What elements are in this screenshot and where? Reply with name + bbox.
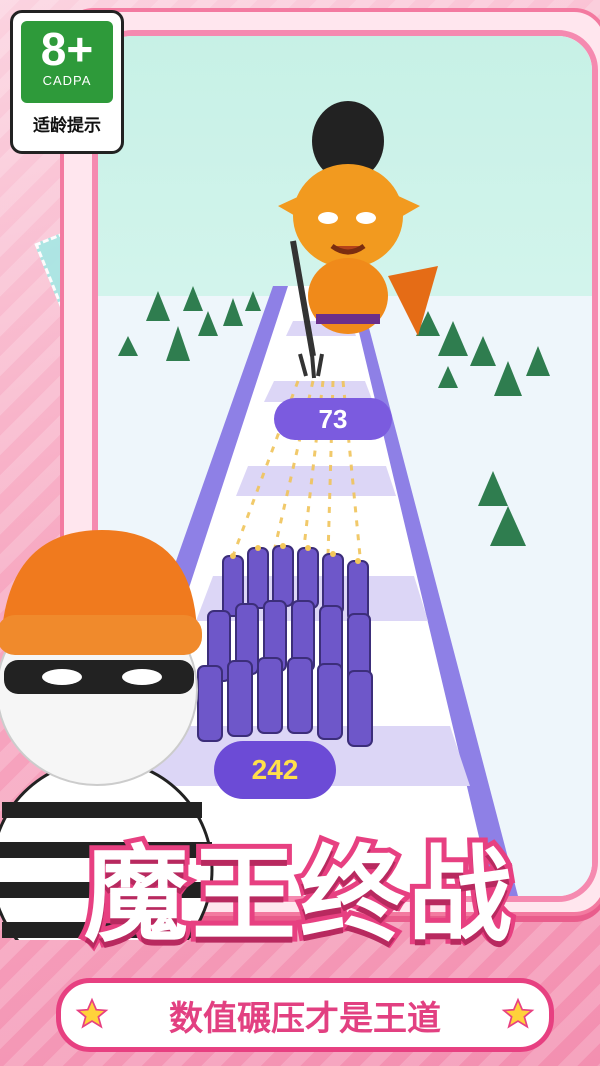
age-rating-value: 8+ <box>40 23 94 75</box>
star-icon <box>75 997 109 1029</box>
promo-slogan: 数值碾压才是王道 <box>169 998 441 1039</box>
promo-slogan-pill: 数值碾压才是王道 <box>56 978 554 1052</box>
promo-title-wrap: 魔王终战 <box>0 820 600 970</box>
boss-power-counter: 73 <box>274 398 392 440</box>
age-rating-badge: 8+ CADPA 适龄提示 <box>10 10 124 154</box>
promo-title: 魔王终战 <box>79 829 517 961</box>
age-rating-tip: 适龄提示 <box>33 116 101 136</box>
star-icon <box>501 997 535 1029</box>
age-rating-org: CADPA <box>42 73 92 88</box>
age-rating-box: 8+ CADPA <box>21 21 113 103</box>
